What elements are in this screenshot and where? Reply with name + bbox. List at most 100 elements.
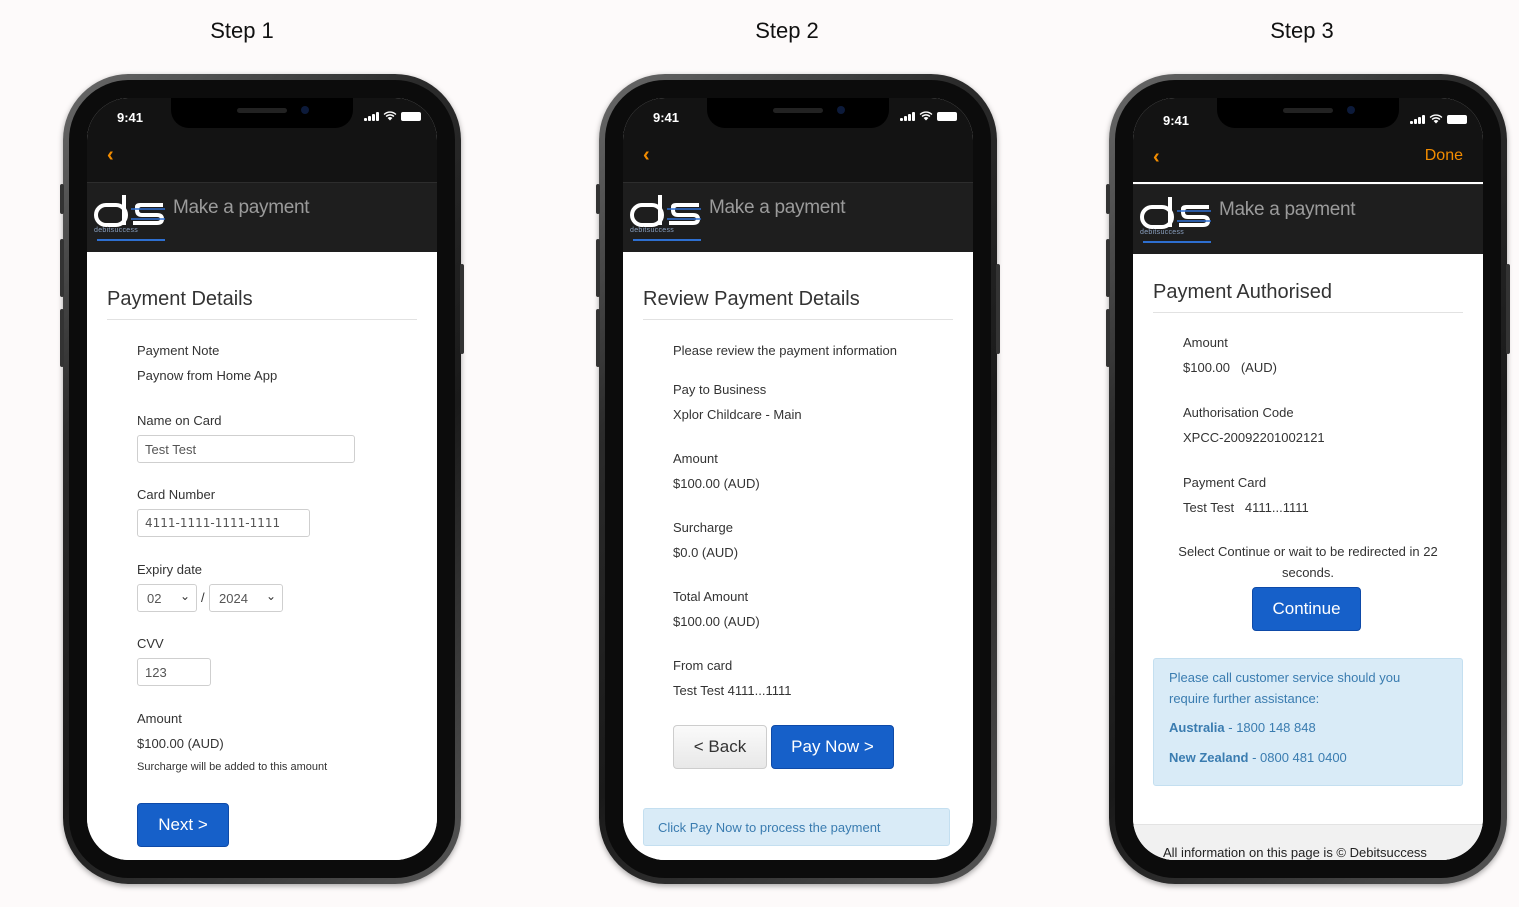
logo-underline [1143,241,1211,243]
amount-value: $100.00 (AUD) [137,736,224,751]
notch [707,98,889,128]
help-line-2: require further assistance: [1169,691,1320,706]
expiry-month-select[interactable]: 02 ⌄ [137,584,197,612]
new-zealand-label: New Zealand [1169,750,1249,765]
redirect-line-1: Select Continue or wait to be redirected… [1178,544,1438,559]
signal-icon [900,112,915,121]
amount-label: Amount [673,451,718,466]
surcharge-note: Surcharge will be added to this amount [137,761,328,773]
cvv-label: CVV [137,636,164,651]
status-bar: 9:41 ‹ Done [1133,98,1483,182]
step-1-title: Step 1 [210,18,274,43]
help-alert: Please call customer service should you … [1153,658,1463,786]
amount-value: $100.00 (AUD) [673,476,760,491]
page-title: Review Payment Details [643,288,860,310]
logo-underline [633,239,701,241]
back-chevron-icon[interactable]: ‹ [643,144,650,167]
payment-note-value: Paynow from Home App [137,368,278,383]
amount-label: Amount [1183,335,1228,350]
info-alert-text: Click Pay Now to process the payment [658,820,881,835]
amount-label: Amount [137,711,182,726]
total-amount-label: Total Amount [673,589,749,604]
footer-text: All information on this page is © Debits… [1163,845,1427,860]
app-title: Make a payment [709,197,846,218]
step-3-title: Step 3 [1270,18,1334,43]
status-icons [900,111,957,121]
help-new-zealand: New Zealand - 0800 481 0400 [1169,750,1347,765]
expiry-date-label: Expiry date [137,562,203,577]
back-chevron-icon[interactable]: ‹ [1153,146,1160,169]
phone-screen: 9:41 ‹ Done debitsuccess Make a payment [1133,98,1483,860]
divider [1153,312,1463,313]
status-time: 9:41 [653,110,680,125]
wifi-icon [383,111,397,121]
phone-step-3: 9:41 ‹ Done debitsuccess Make a payment [1106,74,1510,884]
phone-step-2: 9:41 ‹ debitsuccess Make a payment Revie… [596,74,1000,884]
footer: All information on this page is © Debits… [1133,824,1483,860]
notch [1217,98,1399,128]
payment-note-label: Payment Note [137,343,220,358]
app-header: debitsuccess Make a payment [87,182,437,252]
surcharge-label: Surcharge [673,520,733,535]
signal-icon [364,112,379,121]
name-on-card-input[interactable]: Test Test [137,435,355,463]
chevron-down-icon: ⌄ [265,589,276,603]
review-details: Review Payment Details Please review the… [623,252,973,860]
done-button[interactable]: Done [1425,147,1463,165]
help-australia: Australia - 1800 148 848 [1169,720,1316,735]
logo-subtext: debitsuccess [94,227,139,234]
notch [171,98,353,128]
business-value: Xplor Childcare - Main [673,407,802,422]
name-on-card-label: Name on Card [137,413,222,428]
app-header: debitsuccess Make a payment [1133,184,1483,254]
battery-icon [937,112,957,121]
australia-label: Australia [1169,720,1225,735]
battery-icon [1447,115,1467,124]
status-bar: 9:41 ‹ [87,98,437,182]
logo-underline [97,239,165,241]
review-intro: Please review the payment information [673,343,898,358]
continue-button[interactable]: Continue [1252,587,1361,631]
phone-screen: 9:41 ‹ debitsuccess Make a payment [87,98,437,860]
australia-number[interactable]: - 1800 148 848 [1225,720,1315,735]
app-title: Make a payment [1219,199,1356,220]
page-title: Payment Details [107,288,253,310]
logo-subtext: debitsuccess [1140,229,1185,236]
app-header: debitsuccess Make a payment [623,182,973,252]
card-number-input[interactable]: 4111-1111-1111-1111 [137,509,310,537]
back-chevron-icon[interactable]: ‹ [107,144,114,167]
payment-details-form: Payment Details Payment Note Paynow from… [87,252,437,860]
payment-card-value: Test Test 4111...1111 [1183,500,1309,515]
redirect-line-2: seconds. [1281,565,1335,580]
logo-subtext: debitsuccess [630,227,675,234]
business-label: Pay to Business [673,382,767,397]
battery-icon [401,112,421,121]
authorisation-code-value: XPCC-20092201002121 [1183,430,1325,445]
authorisation-code-label: Authorisation Code [1183,405,1294,420]
next-button[interactable]: Next > [137,803,229,847]
new-zealand-number[interactable]: - 0800 481 0400 [1248,750,1347,765]
phone-screen: 9:41 ‹ debitsuccess Make a payment [623,98,973,860]
pay-now-button[interactable]: Pay Now > [771,725,894,769]
payment-card-label: Payment Card [1183,475,1267,490]
cvv-input[interactable]: 123 [137,658,211,686]
wifi-icon [1429,114,1443,124]
status-icons [1410,114,1467,124]
divider [643,319,953,320]
from-card-label: From card [673,658,733,673]
divider [107,319,417,320]
wifi-icon [919,111,933,121]
surcharge-value: $0.0 (AUD) [673,545,739,560]
info-alert: Click Pay Now to process the payment [643,808,950,846]
amount-value: $100.00 (AUD) [1183,360,1277,375]
phone-step-1: 9:41 ‹ debitsuccess Make a payment Payme… [60,74,464,884]
app-title: Make a payment [173,197,310,218]
card-number-label: Card Number [137,487,216,502]
signal-icon [1410,115,1425,124]
back-button[interactable]: < Back [673,725,767,769]
expiry-month-value: 02 [147,591,162,606]
help-line-1: Please call customer service should you [1169,670,1401,685]
expiry-year-select[interactable]: 2024 ⌄ [209,584,283,612]
expiry-year-value: 2024 [219,591,248,606]
page-title: Payment Authorised [1153,281,1332,303]
